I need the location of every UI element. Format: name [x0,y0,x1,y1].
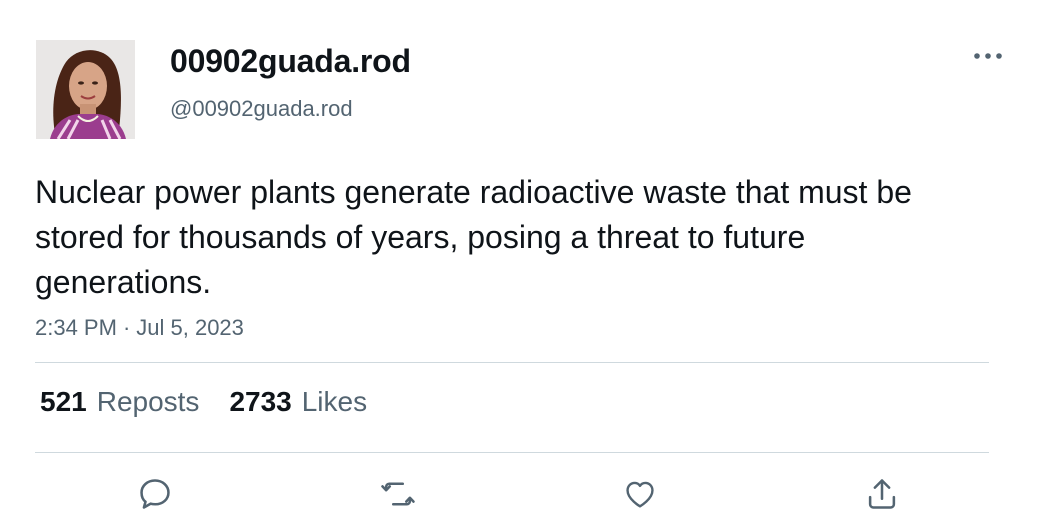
divider-top [35,362,989,363]
likes-label: Likes [301,386,368,417]
reply-icon [140,479,170,509]
reposts-count: 521 [40,386,87,417]
share-icon [868,479,896,509]
engagement-stats: 521 Reposts 2733 Likes [40,386,367,418]
repost-button[interactable] [376,472,420,516]
tweet-timestamp[interactable]: 2:34 PM · Jul 5, 2023 [35,315,244,341]
likes-count: 2733 [229,386,292,417]
reply-button[interactable] [133,472,177,516]
avatar[interactable] [36,40,135,139]
tweet-card: 00902guada.rod @00902guada.rod Nuclear p… [0,0,1050,525]
more-options-button[interactable] [966,42,1010,70]
repost-icon [381,482,415,506]
reposts-stat[interactable]: 521 Reposts [40,386,199,418]
like-button[interactable] [618,472,662,516]
more-horizontal-icon [974,53,1002,59]
timestamp-separator: · [122,315,131,340]
tweet-date: Jul 5, 2023 [136,315,244,340]
avatar-image [36,40,135,139]
tweet-text: Nuclear power plants generate radioactiv… [35,174,912,300]
display-name[interactable]: 00902guada.rod [170,43,411,80]
share-button[interactable] [860,472,904,516]
likes-stat[interactable]: 2733 Likes [229,386,367,418]
tweet-time: 2:34 PM [35,315,117,340]
user-handle[interactable]: @00902guada.rod [170,96,353,122]
divider-bottom [35,452,989,453]
reposts-label: Reposts [96,386,200,417]
like-icon [626,481,654,508]
